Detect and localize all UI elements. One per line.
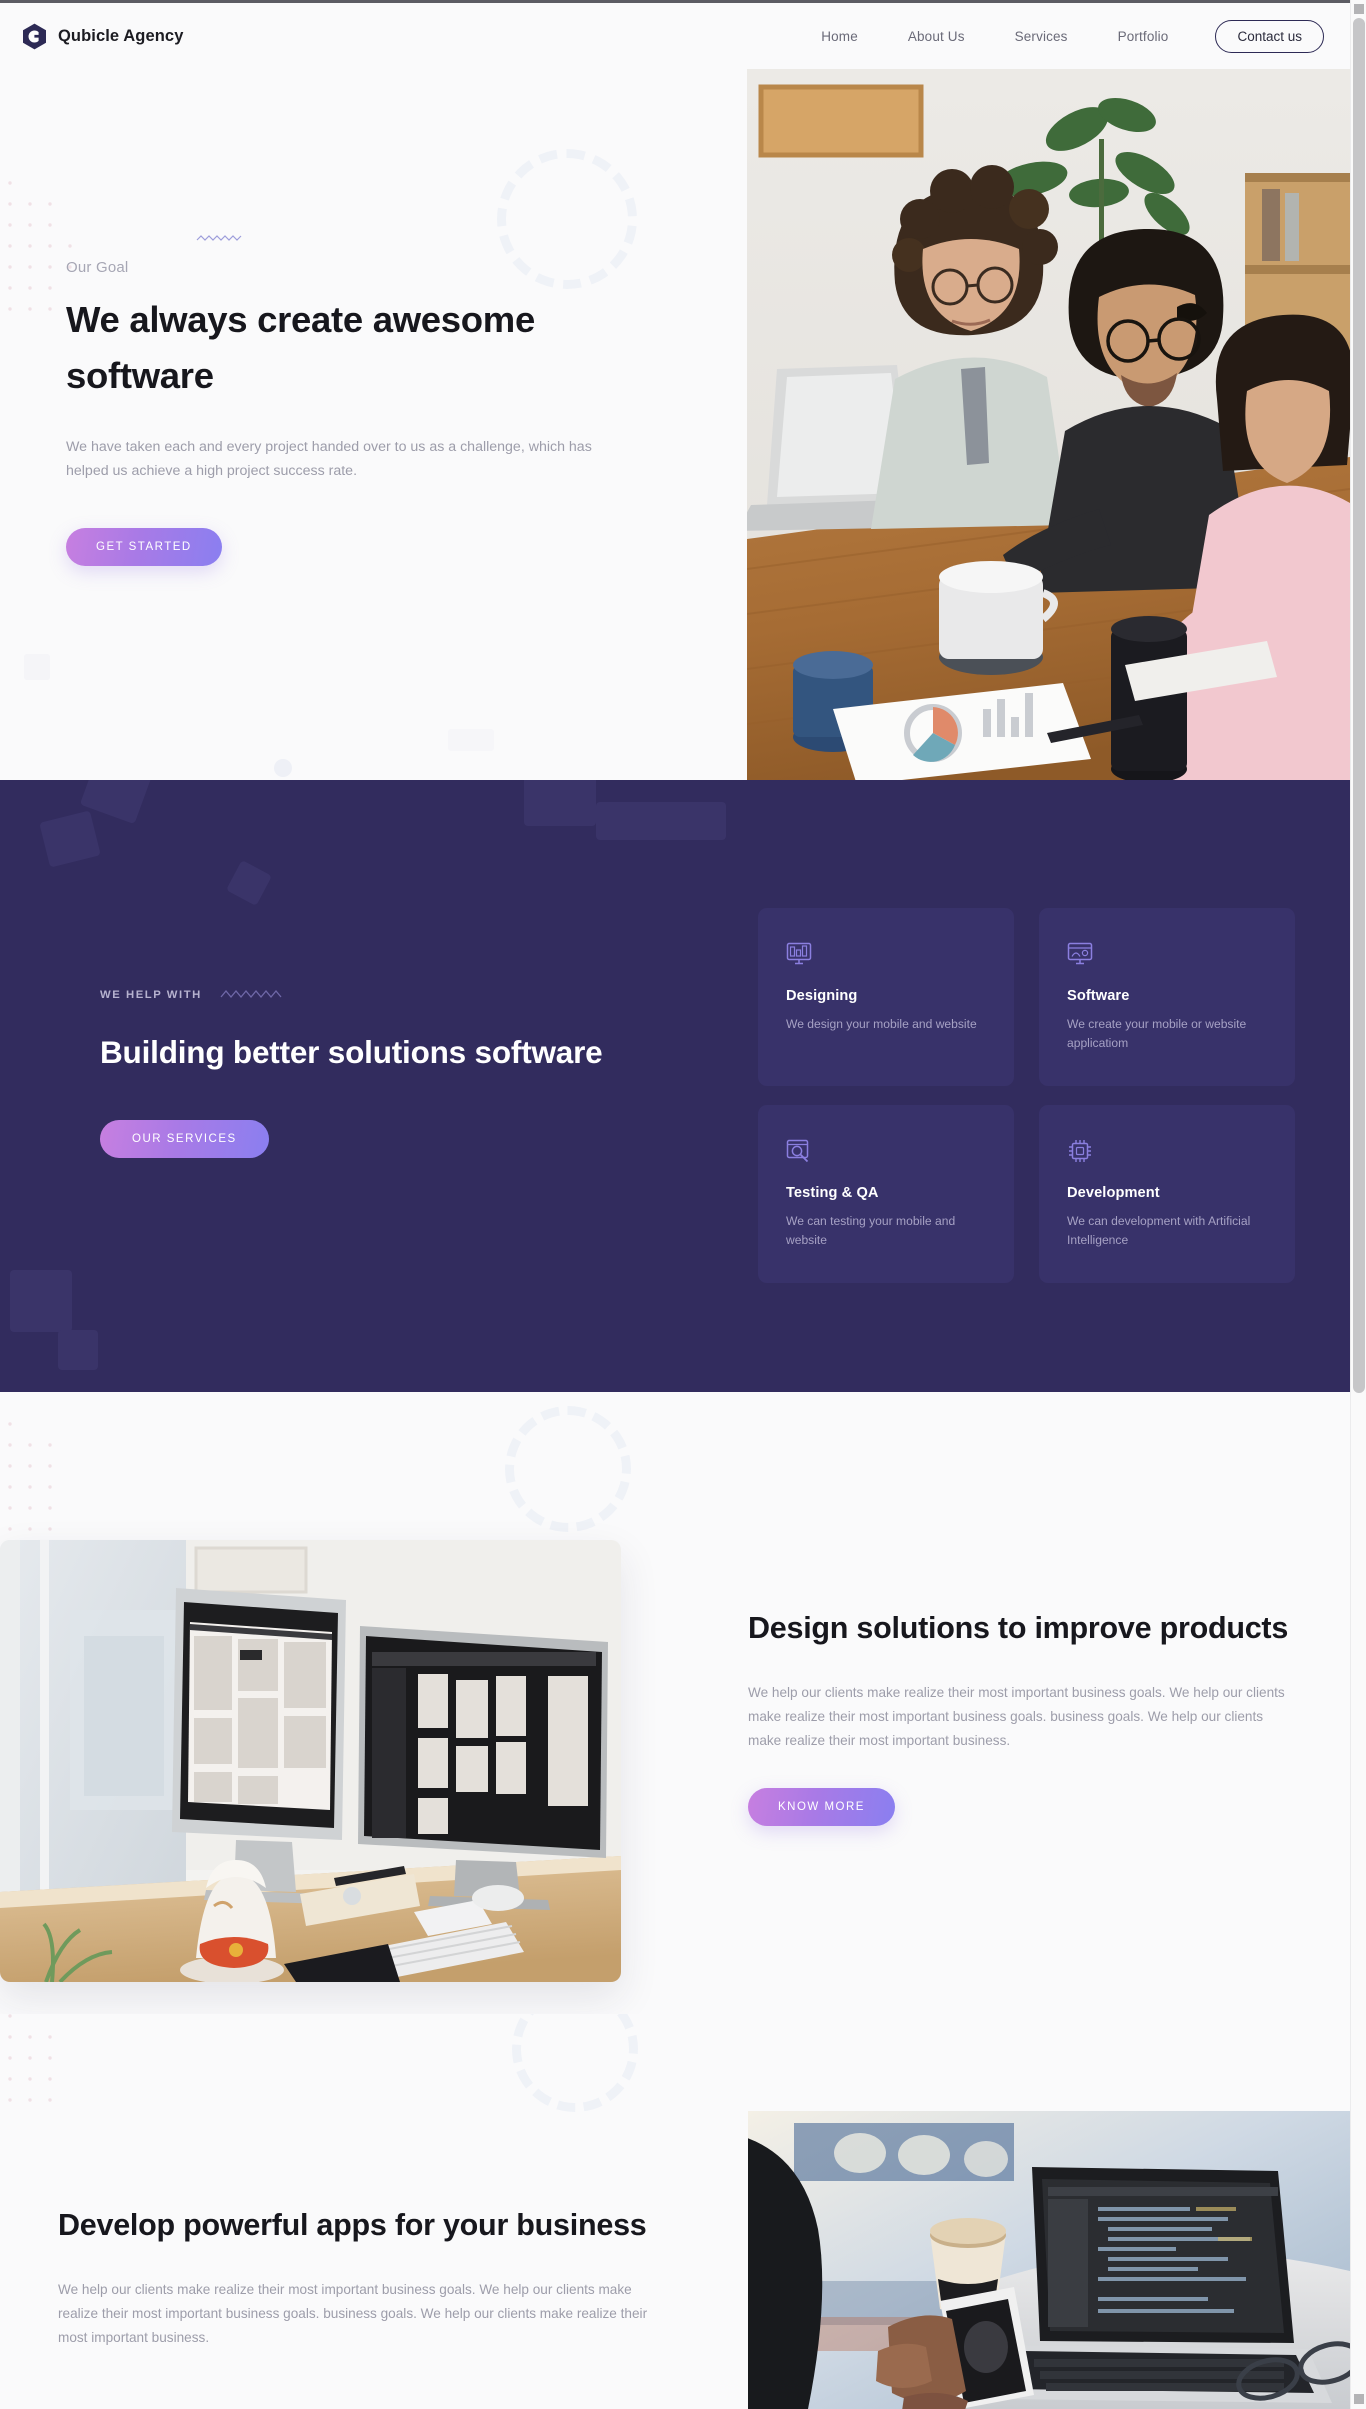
- our-services-button[interactable]: OUR SERVICES: [100, 1120, 269, 1159]
- service-card-software[interactable]: Software We create your mobile or websit…: [1039, 908, 1295, 1086]
- dashed-ring-decoration: [505, 1406, 631, 1532]
- services-eyebrow: WE HELP WITH: [100, 989, 202, 1001]
- services-copy: WE HELP WITH Building better solutions s…: [100, 985, 660, 1159]
- scrollbar-thumb[interactable]: [1353, 18, 1365, 1393]
- contact-us-button[interactable]: Contact us: [1215, 19, 1324, 53]
- service-card-title: Software: [1067, 988, 1130, 1004]
- hero-copy: Our Goal We always create awesome softwa…: [66, 235, 666, 567]
- monitor-design-icon: [786, 942, 812, 965]
- scroll-up-arrow-icon[interactable]: [1354, 4, 1364, 14]
- shape-decoration: [10, 1270, 72, 1332]
- develop-section-title: Develop powerful apps for your business: [58, 2208, 647, 2242]
- service-card-title: Testing & QA: [786, 1185, 879, 1201]
- nav-item-about-us[interactable]: About Us: [883, 29, 990, 44]
- nav-item-home[interactable]: Home: [796, 29, 883, 44]
- service-card-designing[interactable]: Designing We design your mobile and webs…: [758, 908, 1014, 1086]
- dashed-ring-decoration: [512, 2014, 638, 2112]
- dot-grid-decoration: [8, 1422, 52, 1531]
- develop-section-body: We help our clients make realize their m…: [58, 2282, 648, 2346]
- design-section-copy: Design solutions to improve products We …: [748, 1605, 1293, 1827]
- service-card-development[interactable]: Development We can development with Arti…: [1039, 1105, 1295, 1283]
- service-cards-grid: Designing We design your mobile and webs…: [758, 908, 1295, 1283]
- design-section-body: We help our clients make realize their m…: [748, 1685, 1285, 1749]
- hero-title: We always create awesome software: [66, 299, 535, 397]
- nav-item-portfolio[interactable]: Portfolio: [1093, 29, 1194, 44]
- nav-item-services[interactable]: Services: [990, 29, 1093, 44]
- service-card-desc: We create your mobile or website applica…: [1067, 1017, 1247, 1051]
- magnifier-testing-icon: [786, 1139, 809, 1163]
- main-navigation: Home About Us Services Portfolio Contact…: [796, 19, 1324, 53]
- service-card-testing-qa[interactable]: Testing & QA We can testing your mobile …: [758, 1105, 1014, 1283]
- shape-decoration: [39, 810, 101, 868]
- service-card-desc: We design your mobile and website: [786, 1017, 977, 1031]
- monitor-software-icon: [1067, 942, 1093, 965]
- design-section-image: [0, 1540, 621, 1982]
- service-card-title: Designing: [786, 988, 858, 1004]
- design-section-title: Design solutions to improve products: [748, 1611, 1289, 1645]
- chip-development-icon: [1069, 1140, 1091, 1162]
- hero-image: [747, 69, 1350, 780]
- hero-subtitle: We have taken each and every project han…: [66, 439, 592, 480]
- squiggle-decoration: [196, 235, 242, 241]
- square-decoration: [448, 729, 494, 751]
- shape-decoration: [226, 860, 272, 906]
- dot-grid-decoration: [8, 181, 72, 311]
- hexagon-logo-icon: [22, 23, 47, 50]
- know-more-button[interactable]: KNOW MORE: [748, 1788, 895, 1827]
- design-solutions-section: Design solutions to improve products We …: [0, 1392, 1350, 2014]
- dot-grid-decoration: [8, 2014, 52, 2102]
- shape-decoration: [596, 802, 726, 840]
- circle-decoration: [274, 759, 292, 777]
- service-card-title: Development: [1067, 1185, 1160, 1201]
- square-decoration: [24, 654, 50, 680]
- page-scrollbar[interactable]: [1350, 0, 1366, 2409]
- develop-section-image: [748, 2111, 1350, 2409]
- hero-section: Our Goal We always create awesome softwa…: [0, 69, 1350, 780]
- services-section: WE HELP WITH Building better solutions s…: [0, 780, 1350, 1392]
- service-card-desc: We can testing your mobile and website: [786, 1214, 956, 1248]
- service-card-desc: We can development with Artificial Intel…: [1067, 1214, 1251, 1248]
- brand-name: Qubicle Agency: [58, 26, 184, 45]
- develop-apps-section: Develop powerful apps for your business …: [0, 2014, 1350, 2409]
- scroll-down-arrow-icon[interactable]: [1354, 2394, 1364, 2404]
- site-header: Qubicle Agency Home About Us Services Po…: [0, 3, 1350, 69]
- squiggle-decoration: [220, 989, 282, 998]
- shape-decoration: [524, 780, 596, 826]
- shape-decoration: [58, 1330, 98, 1370]
- services-title: Building better solutions software: [100, 1034, 603, 1070]
- brand-logo[interactable]: Qubicle Agency: [22, 23, 184, 50]
- hero-eyebrow: Our Goal: [66, 259, 129, 276]
- get-started-button[interactable]: GET STARTED: [66, 528, 222, 567]
- develop-section-copy: Develop powerful apps for your business …: [58, 2202, 658, 2350]
